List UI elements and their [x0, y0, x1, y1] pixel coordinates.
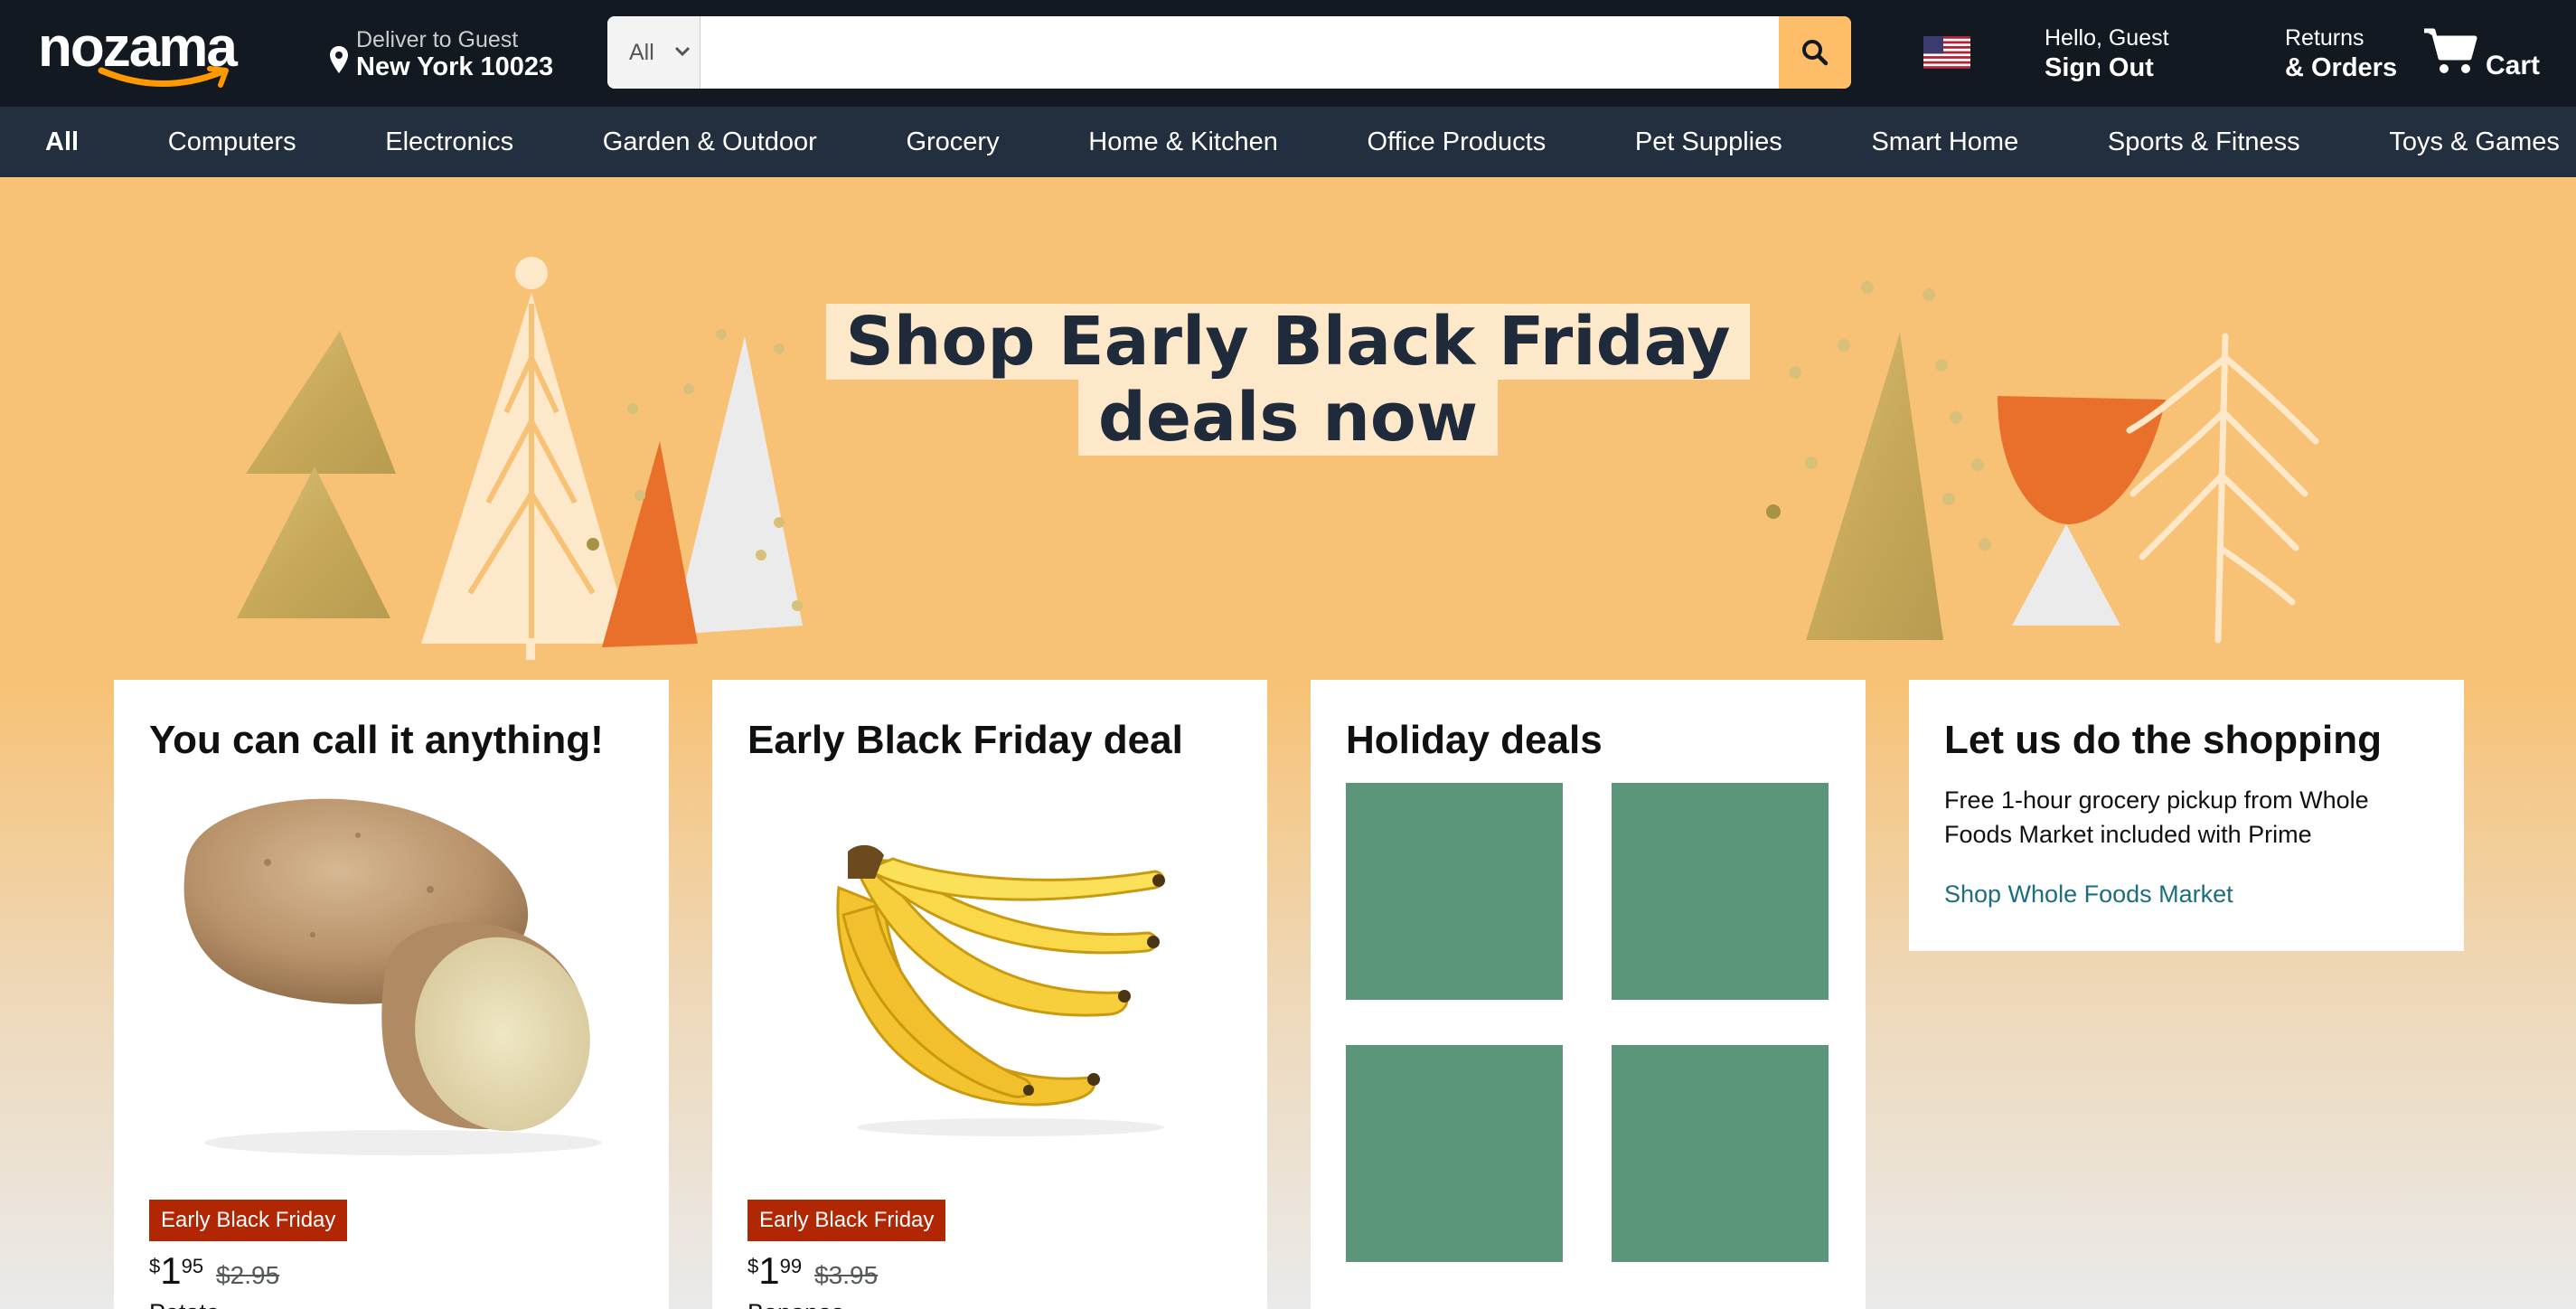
cart-button[interactable]: Cart [2422, 25, 2549, 80]
nav-item-toys-games[interactable]: Toys & Games [2389, 127, 2560, 157]
deal-card-bananas[interactable]: Early Black Friday deal Early Black Frid… [712, 680, 1267, 1309]
holiday-deal-tile[interactable] [1346, 1045, 1563, 1262]
bananas-product-image[interactable] [812, 833, 1191, 1141]
price-whole: 1 [160, 1249, 182, 1292]
deal-badge: Early Black Friday [149, 1200, 348, 1241]
nav-item-smart-home[interactable]: Smart Home [1871, 127, 2018, 157]
cart-label: Cart [2486, 51, 2541, 80]
chevron-down-icon [674, 46, 691, 57]
price-fraction: 95 [181, 1255, 204, 1277]
top-header: nozama Deliver to Guest New York 10023 A… [0, 0, 2576, 107]
nav-item-grocery[interactable]: Grocery [906, 127, 999, 157]
search-icon [1802, 40, 1829, 66]
search-input[interactable] [700, 16, 1761, 89]
deliver-location: New York 10023 [356, 52, 554, 81]
holiday-deals-card: Holiday deals [1311, 680, 1866, 1309]
price: $199 $3.95 [747, 1249, 878, 1293]
location-pin-icon [330, 46, 348, 73]
potato-product-image[interactable] [159, 781, 629, 1161]
logo-smile-arrow-icon [98, 66, 229, 88]
shop-whole-foods-link[interactable]: Shop Whole Foods Market [1944, 881, 2233, 909]
price: $195 $2.95 [149, 1249, 279, 1293]
cart-icon [2424, 28, 2477, 73]
card-description: Free 1-hour grocery pickup from Whole Fo… [1944, 786, 2369, 848]
deliver-label: Deliver to Guest [356, 27, 519, 52]
search-scope-label: All [629, 40, 654, 65]
price-currency: $ [149, 1255, 161, 1277]
returns-orders-link[interactable]: Returns & Orders [2285, 25, 2397, 83]
nozama-logo[interactable]: nozama [38, 16, 255, 89]
card-title: Holiday deals [1346, 718, 1603, 762]
price-currency: $ [747, 1255, 759, 1277]
card-title: You can call it anything! [149, 718, 604, 762]
category-nav: All Computers Electronics Garden & Outdo… [0, 107, 2576, 177]
search-button[interactable] [1779, 16, 1851, 89]
card-title: Early Black Friday deal [747, 718, 1183, 762]
search-bar: All [607, 16, 1851, 89]
nav-item-electronics[interactable]: Electronics [385, 127, 513, 157]
hero-headline-line1: Shop Early Black Friday [825, 304, 1751, 380]
account-greeting: Hello, Guest [2045, 25, 2169, 51]
holiday-deal-tile[interactable] [1346, 783, 1563, 1000]
hero-headline-line2: deals now [1077, 380, 1499, 456]
holiday-deal-tile[interactable] [1612, 1045, 1829, 1262]
us-flag-icon[interactable] [1923, 36, 1970, 69]
nav-item-computers[interactable]: Computers [168, 127, 296, 157]
card-title: Let us do the shopping [1944, 718, 2382, 762]
holiday-deal-tile[interactable] [1612, 783, 1829, 1000]
sign-out-link[interactable]: Sign Out [2045, 53, 2169, 83]
nav-item-pet-supplies[interactable]: Pet Supplies [1635, 127, 1782, 157]
nav-item-office-products[interactable]: Office Products [1368, 127, 1547, 157]
product-name[interactable]: Bananas [747, 1299, 844, 1309]
nav-item-garden-outdoor[interactable]: Garden & Outdoor [603, 127, 817, 157]
product-name[interactable]: Potato [149, 1299, 220, 1309]
price-whole: 1 [758, 1249, 780, 1292]
nav-item-home-kitchen[interactable]: Home & Kitchen [1088, 127, 1278, 157]
deal-badge: Early Black Friday [747, 1200, 946, 1241]
nav-item-sports-fitness[interactable]: Sports & Fitness [2108, 127, 2300, 157]
search-scope-select[interactable]: All [607, 16, 700, 89]
returns-label: Returns [2285, 25, 2364, 51]
hero-headline[interactable]: Shop Early Black Friday deals now [0, 304, 2576, 456]
account-menu[interactable]: Hello, Guest Sign Out [2045, 25, 2169, 83]
deal-card-potato[interactable]: You can call it anything! Early Black Fr… [114, 680, 669, 1309]
price-fraction: 99 [779, 1255, 803, 1277]
orders-label: & Orders [2285, 53, 2398, 82]
nav-item-all[interactable]: All [45, 127, 79, 157]
whole-foods-card: Let us do the shopping Free 1-hour groce… [1909, 680, 2464, 951]
price-was: $2.95 [216, 1261, 280, 1289]
price-was: $3.95 [814, 1261, 879, 1289]
